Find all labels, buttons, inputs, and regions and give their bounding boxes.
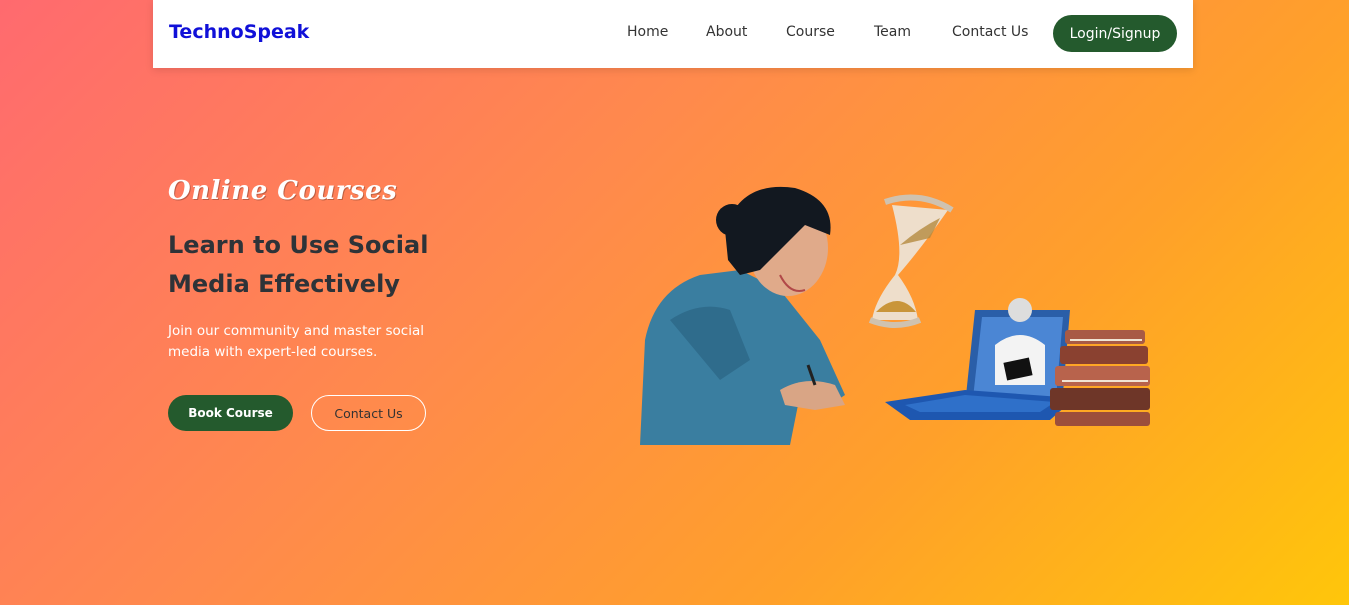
hero-title: Learn to Use Social Media Effectively bbox=[168, 231, 429, 298]
hero-tagline: Online Courses bbox=[168, 176, 398, 206]
student-illustration bbox=[640, 186, 845, 445]
nav-link-team[interactable]: Team bbox=[874, 24, 911, 40]
contact-us-button[interactable]: Contact Us bbox=[311, 395, 426, 431]
nav-link-contact[interactable]: Contact Us bbox=[952, 24, 1028, 40]
hero-description: Join our community and master social med… bbox=[168, 323, 424, 360]
login-signup-button[interactable]: Login/Signup bbox=[1053, 15, 1177, 52]
book-course-button[interactable]: Book Course bbox=[168, 395, 293, 431]
navbar: TechnoSpeak Home About Course Team Conta… bbox=[153, 0, 1193, 68]
hourglass-icon bbox=[868, 194, 954, 328]
nav-link-about[interactable]: About bbox=[706, 24, 747, 40]
hero-illustration bbox=[640, 186, 1150, 445]
nav-link-course[interactable]: Course bbox=[786, 24, 835, 40]
nav-link-home[interactable]: Home bbox=[627, 24, 668, 40]
brand-logo[interactable]: TechnoSpeak bbox=[169, 21, 309, 43]
